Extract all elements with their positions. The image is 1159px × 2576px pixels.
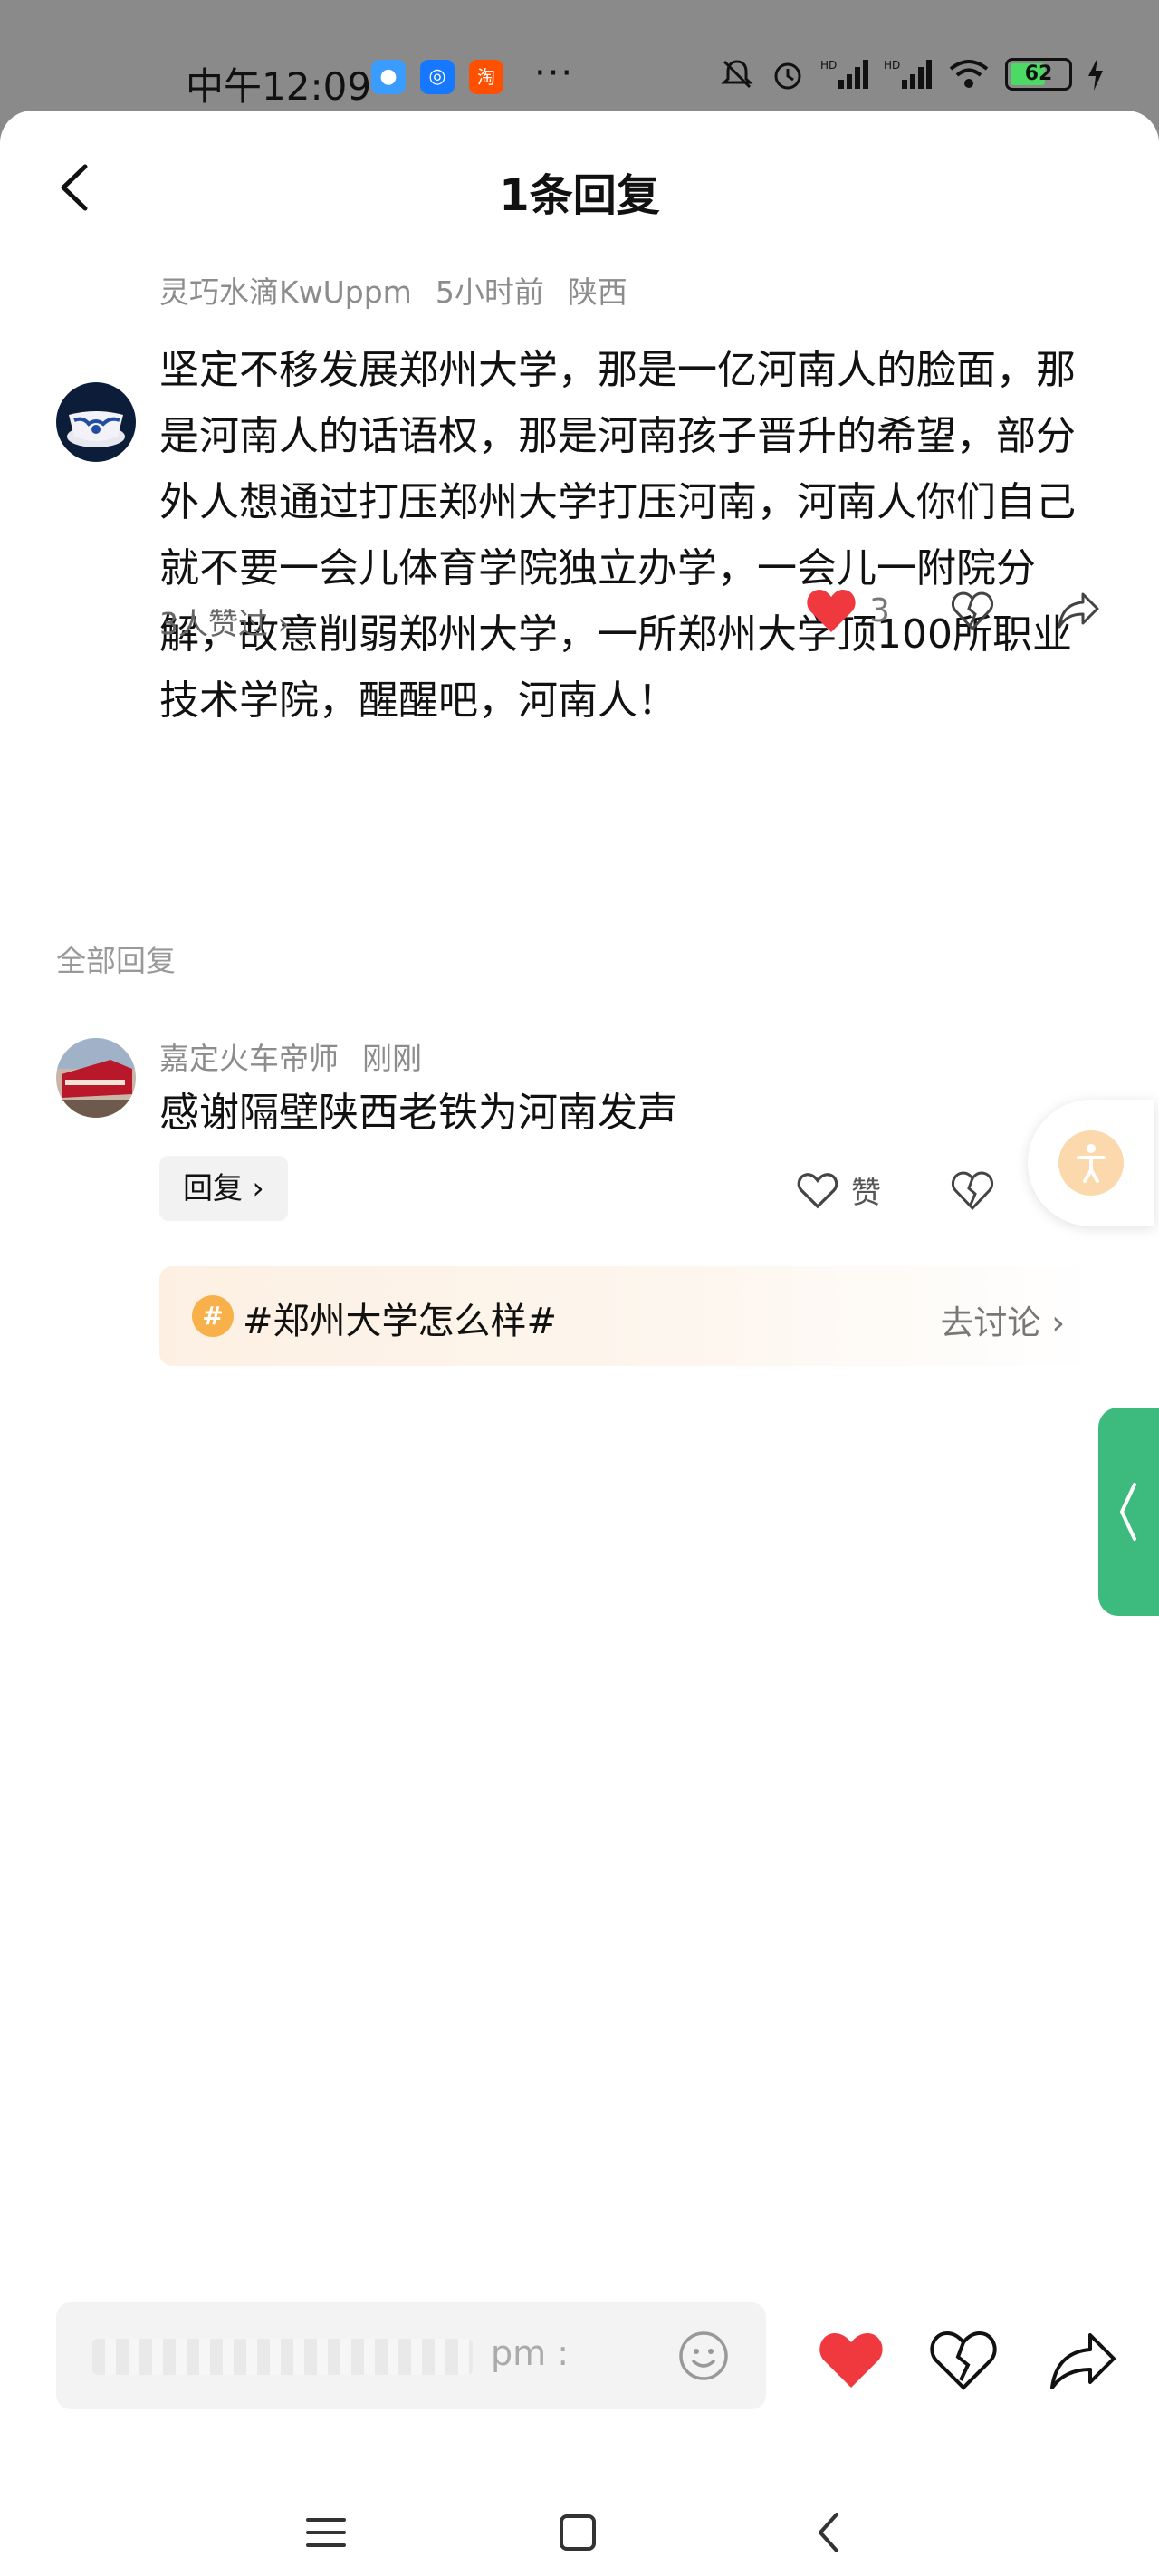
likers-link[interactable]: 3人赞过 › xyxy=(159,600,290,643)
comment-text: 坚定不移发展郑州大学，那是一亿河南人的脸面，那是河南人的话语权，那是河南孩子晋升… xyxy=(159,347,1076,724)
reply-sheet: 1条回复 灵巧水滴KwUppm 5小时前 陕西 坚定不移发展郑州大学，那是一亿河南人… xyxy=(0,111,1159,2576)
wifi-icon xyxy=(949,60,989,88)
bottom-like-icon[interactable] xyxy=(815,2324,887,2397)
accessibility-icon xyxy=(1058,1130,1124,1196)
status-time: 中午12:09 xyxy=(186,64,372,109)
reply-input[interactable]: pm : xyxy=(56,2302,766,2409)
side-drawer-tab[interactable] xyxy=(1098,1408,1159,1616)
all-replies-label: 全部回复 xyxy=(56,943,176,978)
comment-meta: 灵巧水滴KwUppm 5小时前 陕西 xyxy=(159,268,651,312)
topic-label: #郑州大学怎么样# xyxy=(243,1301,558,1342)
page-title: 1条回复 xyxy=(499,170,660,221)
nav-back-icon[interactable] xyxy=(802,2505,857,2560)
avatar-image xyxy=(56,382,136,462)
bottom-share-icon[interactable] xyxy=(1047,2324,1119,2397)
comment-time: 5小时前 xyxy=(435,274,544,310)
reply-dislike-icon[interactable] xyxy=(951,1168,994,1212)
status-bar: 中午12:09 ● ◎ 淘 ··· HD HD 62 xyxy=(0,0,1159,109)
accessibility-float-button[interactable] xyxy=(1028,1100,1154,1226)
reply-time: 刚刚 xyxy=(362,1041,422,1076)
signal-2-icon: HD xyxy=(884,59,932,89)
svg-text:HD: HD xyxy=(820,59,837,72)
alipay-app-icon: ◎ xyxy=(420,60,455,94)
reply-username[interactable]: 嘉定火车帝师 xyxy=(159,1041,339,1076)
message-app-icon: ● xyxy=(371,60,406,94)
reply-meta: 嘉定火车帝师 刚刚 xyxy=(159,1034,445,1078)
reply-text: 感谢隔壁陕西老铁为河南发声 xyxy=(159,1090,677,1136)
charging-icon xyxy=(1088,58,1103,91)
input-blurred-text xyxy=(92,2339,473,2375)
reply-avatar[interactable] xyxy=(56,1038,136,1118)
alarm-icon xyxy=(774,62,801,90)
taobao-app-icon: 淘 xyxy=(469,60,503,94)
battery-icon: 62 xyxy=(1005,58,1072,91)
signal-1-icon: HD xyxy=(820,59,868,89)
more-notifications-icon: ··· xyxy=(534,53,575,94)
dislike-icon[interactable] xyxy=(951,589,994,632)
reply-like-button[interactable]: 赞 xyxy=(797,1168,881,1212)
train-avatar-image xyxy=(56,1038,136,1118)
reply-like-label: 赞 xyxy=(851,1175,881,1210)
avatar[interactable] xyxy=(56,382,136,462)
system-nav-bar xyxy=(0,2487,1159,2576)
like-button[interactable]: 3 xyxy=(806,587,890,634)
discuss-link[interactable]: 去讨论 › xyxy=(940,1295,1065,1344)
mute-bell-icon xyxy=(721,60,753,89)
battery-level: 62 xyxy=(1024,62,1053,85)
share-icon[interactable] xyxy=(1056,589,1101,632)
bottom-dislike-icon[interactable] xyxy=(927,2324,1000,2397)
header: 1条回复 xyxy=(0,111,1159,264)
reply-item: 嘉定火车帝师 刚刚 感谢隔壁陕西老铁为河南发声 回复 › 赞 xyxy=(0,1034,1159,1270)
emoji-icon[interactable] xyxy=(672,2324,735,2388)
reply-button[interactable]: 回复 › xyxy=(159,1156,288,1221)
heart-filled-icon xyxy=(807,590,856,632)
input-placeholder: pm : xyxy=(491,2333,570,2373)
hashtag-icon: # xyxy=(192,1295,234,1337)
menu-icon[interactable] xyxy=(299,2505,353,2560)
home-icon[interactable] xyxy=(551,2505,605,2560)
username[interactable]: 灵巧水滴KwUppm xyxy=(159,274,412,310)
like-count: 3 xyxy=(869,591,890,630)
chevron-left-icon xyxy=(1119,1483,1136,1541)
svg-text:HD: HD xyxy=(884,59,900,72)
topic-banner[interactable]: # #郑州大学怎么样# 去讨论 › xyxy=(159,1266,1101,1366)
heart-outline-icon xyxy=(797,1173,838,1209)
comment-location: 陕西 xyxy=(567,274,627,310)
